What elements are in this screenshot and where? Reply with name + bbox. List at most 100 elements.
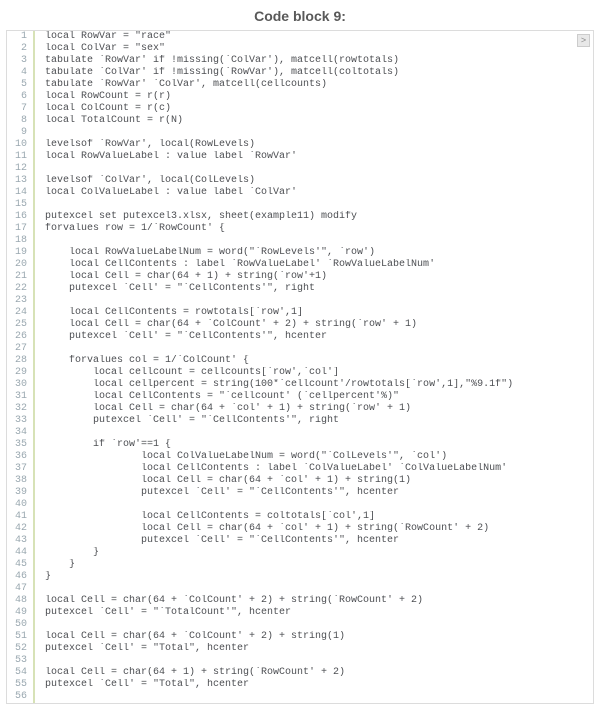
code-line: 38 local Cell = char(64 + `col' + 1) + s… [7,475,593,487]
code-line: 28 forvalues col = 1/`ColCount' { [7,355,593,367]
line-number: 10 [7,139,35,151]
code-text: local cellcount = cellcounts[`row',`col'… [35,367,339,379]
code-text: levelsof `ColVar', local(ColLevels) [35,175,255,187]
code-line: 41 local CellContents = coltotals[`col',… [7,511,593,523]
code-line: 17forvalues row = 1/`RowCount' { [7,223,593,235]
line-number: 9 [7,127,35,139]
line-number: 55 [7,679,35,691]
code-line: 1local RowVar = "race" [7,31,593,43]
code-line: 7local ColCount = r(c) [7,103,593,115]
line-number: 14 [7,187,35,199]
code-text: forvalues row = 1/`RowCount' { [35,223,225,235]
code-line: 45 } [7,559,593,571]
code-text: putexcel `Cell' = "Total", hcenter [35,679,249,691]
line-number: 23 [7,295,35,307]
code-text: if `row'==1 { [35,439,171,451]
line-number: 21 [7,271,35,283]
code-line: 33 putexcel `Cell' = "`CellContents'", r… [7,415,593,427]
line-number: 53 [7,655,35,667]
line-number: 40 [7,499,35,511]
code-text: local CellContents : label `RowValueLabe… [35,259,435,271]
line-number: 18 [7,235,35,247]
line-number: 50 [7,619,35,631]
code-text: tabulate `ColVar' if !missing(`RowVar'),… [35,67,399,79]
code-line: 20 local CellContents : label `RowValueL… [7,259,593,271]
line-number: 24 [7,307,35,319]
code-text: local ColCount = r(c) [35,103,171,115]
code-line: 55putexcel `Cell' = "Total", hcenter [7,679,593,691]
code-line: 42 local Cell = char(64 + `col' + 1) + s… [7,523,593,535]
line-number: 16 [7,211,35,223]
line-number: 44 [7,547,35,559]
code-text: levelsof `RowVar', local(RowLevels) [35,139,255,151]
line-number: 56 [7,691,35,703]
line-number: 15 [7,199,35,211]
line-number: 25 [7,319,35,331]
line-number: 20 [7,259,35,271]
code-line: 44 } [7,547,593,559]
line-number: 1 [7,31,35,43]
code-line: 11local RowValueLabel : value label `Row… [7,151,593,163]
code-text: local RowVar = "race" [35,31,171,43]
code-block-title: Code block 9: [0,0,600,30]
line-number: 12 [7,163,35,175]
code-line: 9 [7,127,593,139]
code-line: 48local Cell = char(64 + `ColCount' + 2)… [7,595,593,607]
line-number: 43 [7,535,35,547]
code-text: forvalues col = 1/`ColCount' { [35,355,249,367]
line-number: 49 [7,607,35,619]
code-line: 25 local Cell = char(64 + `ColCount' + 2… [7,319,593,331]
line-number: 41 [7,511,35,523]
code-line: 8local TotalCount = r(N) [7,115,593,127]
code-text: putexcel `Cell' = "`CellContents'", righ… [35,415,339,427]
code-line: 3tabulate `RowVar' if !missing(`ColVar')… [7,55,593,67]
code-line: 12 [7,163,593,175]
code-line: 18 [7,235,593,247]
code-text: local ColVar = "sex" [35,43,165,55]
code-line: 21 local Cell = char(64 + 1) + string(`r… [7,271,593,283]
code-text: local CellContents : label `ColValueLabe… [35,463,507,475]
code-line: 22 putexcel `Cell' = "`CellContents'", r… [7,283,593,295]
code-text: putexcel `Cell' = "`CellContents'", righ… [35,283,315,295]
line-number: 5 [7,79,35,91]
line-number: 51 [7,631,35,643]
code-line: 10levelsof `RowVar', local(RowLevels) [7,139,593,151]
line-number: 30 [7,379,35,391]
code-text: } [35,559,75,571]
code-text: putexcel `Cell' = "Total", hcenter [35,643,249,655]
expand-icon[interactable]: > [577,34,590,47]
code-text: local RowValueLabelNum = word("`RowLevel… [35,247,375,259]
line-number: 3 [7,55,35,67]
code-line: 30 local cellpercent = string(100*`cellc… [7,379,593,391]
code-text: putexcel `Cell' = "`CellContents'", hcen… [35,487,399,499]
line-number: 32 [7,403,35,415]
code-text: local cellpercent = string(100*`cellcoun… [35,379,513,391]
code-text: local Cell = char(64 + 1) + string(`RowC… [35,667,345,679]
code-line: 32 local Cell = char(64 + `col' + 1) + s… [7,403,593,415]
code-line: 5tabulate `RowVar' `ColVar', matcell(cel… [7,79,593,91]
code-line: 29 local cellcount = cellcounts[`row',`c… [7,367,593,379]
code-line: 47 [7,583,593,595]
code-text: local TotalCount = r(N) [35,115,183,127]
code-text: } [35,547,99,559]
code-text: putexcel `Cell' = "`TotalCount'", hcente… [35,607,291,619]
line-number: 36 [7,451,35,463]
line-number: 38 [7,475,35,487]
line-number: 27 [7,343,35,355]
line-number: 19 [7,247,35,259]
line-number: 7 [7,103,35,115]
line-number: 37 [7,463,35,475]
code-line: 6local RowCount = r(r) [7,91,593,103]
line-number: 8 [7,115,35,127]
code-line: 53 [7,655,593,667]
code-text: local Cell = char(64 + `ColCount' + 2) +… [35,595,423,607]
line-number: 39 [7,487,35,499]
code-text: local Cell = char(64 + `col' + 1) + stri… [35,403,411,415]
code-text: local Cell = char(64 + `col' + 1) + stri… [35,523,489,535]
code-text: tabulate `RowVar' if !missing(`ColVar'),… [35,55,399,67]
line-number: 54 [7,667,35,679]
code-line: 23 [7,295,593,307]
line-number: 6 [7,91,35,103]
line-number: 48 [7,595,35,607]
line-number: 42 [7,523,35,535]
